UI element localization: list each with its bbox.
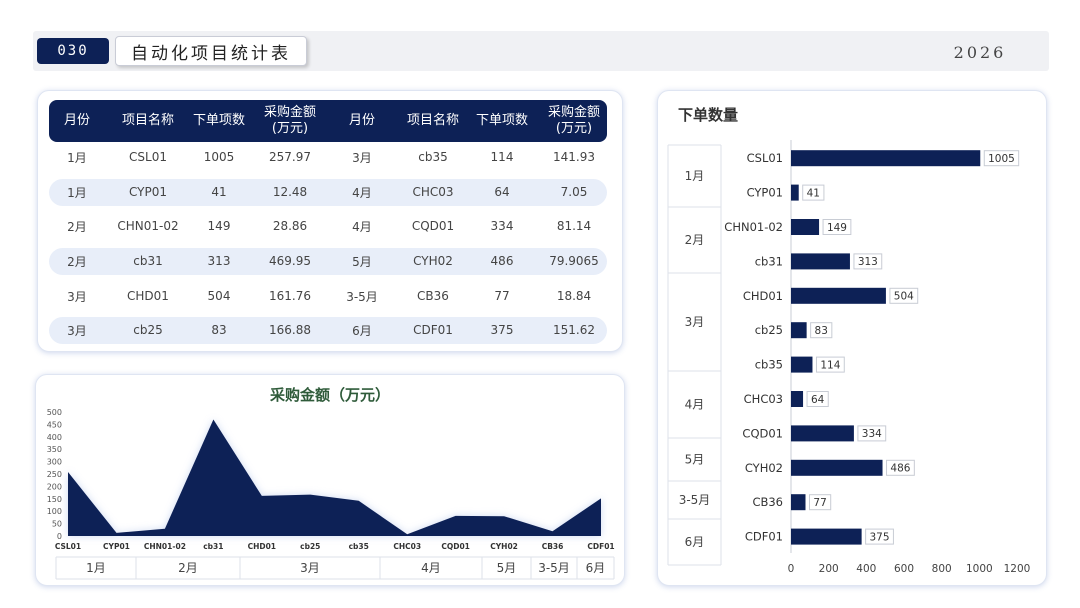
- table-cell: 161.76: [269, 289, 311, 303]
- table-cell: CHN01-02: [117, 219, 179, 233]
- table-cell: 486: [490, 254, 514, 268]
- table-cell: 1005: [203, 150, 235, 164]
- table-cell: CB36: [417, 289, 449, 303]
- page-number-badge: 030: [37, 38, 109, 64]
- table-cell: 469.95: [269, 254, 311, 268]
- table-cell: CSL01: [129, 150, 167, 164]
- table-cell: 28.86: [272, 219, 308, 233]
- table-cell: 79.9065: [549, 254, 599, 268]
- table-cell: 12.48: [272, 185, 308, 199]
- table-cell: 149: [207, 219, 231, 233]
- table-header-cell: 下单项数: [192, 113, 245, 128]
- table-cell: 5月: [352, 254, 372, 269]
- table-cell: 334: [490, 219, 514, 233]
- table-cell: cb35: [418, 150, 448, 164]
- table-header-cell: 下单项数: [475, 113, 528, 128]
- table-cell: 504: [207, 289, 231, 303]
- table-cell: cb31: [133, 254, 163, 268]
- table-cell: CQD01: [411, 219, 455, 233]
- area-chart-card: [35, 374, 625, 586]
- table-cell: 7.05: [560, 185, 588, 199]
- table-cell: 6月: [352, 323, 372, 338]
- table-cell: 114: [490, 150, 514, 164]
- table-cell: 77: [494, 289, 510, 303]
- page-title: 自动化项目统计表: [115, 36, 307, 66]
- year-label: 2026: [953, 42, 1007, 62]
- table-cell: 4月: [352, 219, 372, 234]
- table-cell: CYP01: [128, 185, 167, 199]
- table-cell: 64: [494, 185, 510, 199]
- table-cell: 18.84: [556, 289, 592, 303]
- table-cell: 3月: [67, 289, 87, 304]
- table-cell: 1月: [67, 185, 87, 200]
- table-cell: 166.88: [269, 323, 311, 337]
- table-cell: 2月: [67, 219, 87, 234]
- table-cell: 3-5月: [346, 289, 378, 304]
- table-header-cell: 月份: [348, 113, 375, 128]
- bar-chart-card: [657, 90, 1047, 586]
- table-cell: 257.97: [269, 150, 311, 164]
- table-cell: 2月: [67, 254, 87, 269]
- table-cell: 81.14: [556, 219, 592, 233]
- table-cell: 141.93: [553, 150, 595, 164]
- table-cell: CHD01: [127, 289, 169, 303]
- table-cell: CHC03: [412, 185, 454, 199]
- table-cell: cb25: [133, 323, 163, 337]
- table-cell: 3月: [352, 150, 372, 165]
- table-cell: 1月: [67, 150, 87, 165]
- bar-chart-title: 下单数量: [678, 106, 739, 124]
- table-cell: CYH02: [413, 254, 453, 268]
- table-cell: 4月: [352, 185, 372, 200]
- table-cell: 3月: [67, 323, 87, 338]
- table-header-cell: 项目名称: [121, 113, 174, 128]
- table-cell: 375: [490, 323, 514, 337]
- table-cell: 83: [211, 323, 227, 337]
- table-cell: 151.62: [553, 323, 595, 337]
- table-header-cell: 采购金额 (万元): [547, 105, 600, 136]
- area-chart-title: 采购金额（万元）: [269, 386, 390, 404]
- table-header-cell: 月份: [63, 113, 90, 128]
- table-cell: 41: [211, 185, 227, 199]
- table-cell: 313: [207, 254, 231, 268]
- table-cell: CDF01: [413, 323, 453, 337]
- table-header-cell: 采购金额 (万元): [263, 105, 316, 136]
- table-header-cell: 项目名称: [406, 113, 459, 128]
